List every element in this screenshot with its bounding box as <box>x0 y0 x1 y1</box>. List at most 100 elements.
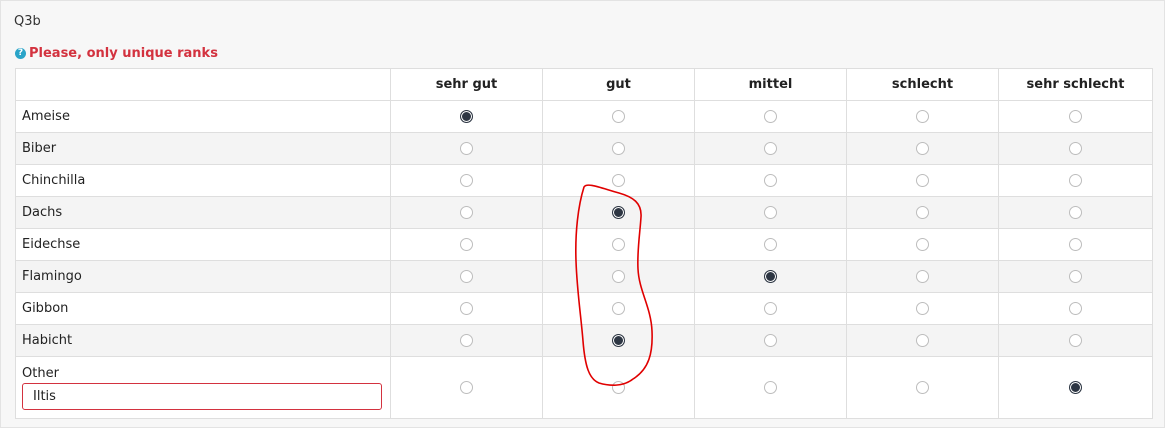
cell-other-sehr-gut <box>390 356 543 419</box>
cell-chinchilla-sehr-schlecht <box>998 164 1153 197</box>
row-label: Habicht <box>15 324 391 357</box>
row-label: Eidechse <box>15 228 391 261</box>
cell-eidechse-sehr-gut <box>390 228 543 261</box>
radio-gibbon-sehr-gut[interactable] <box>460 302 473 315</box>
radio-ameise-schlecht[interactable] <box>916 110 929 123</box>
radio-biber-sehr-gut[interactable] <box>460 142 473 155</box>
radio-gibbon-gut[interactable] <box>612 302 625 315</box>
radio-biber-gut[interactable] <box>612 142 625 155</box>
cell-habicht-gut <box>542 324 695 357</box>
cell-flamingo-gut <box>542 260 695 293</box>
cell-chinchilla-gut <box>542 164 695 197</box>
cell-gibbon-schlecht <box>846 292 999 325</box>
radio-flamingo-mittel[interactable] <box>764 270 777 283</box>
radio-habicht-schlecht[interactable] <box>916 334 929 347</box>
other-label: Other <box>22 365 59 381</box>
cell-gibbon-sehr-gut <box>390 292 543 325</box>
radio-other-sehr-gut[interactable] <box>460 381 473 394</box>
validation-tip: ? Please, only unique ranks <box>15 46 218 61</box>
radio-eidechse-gut[interactable] <box>612 238 625 251</box>
radio-other-mittel[interactable] <box>764 381 777 394</box>
cell-biber-sehr-gut <box>390 132 543 165</box>
cell-dachs-mittel <box>694 196 847 229</box>
cell-flamingo-sehr-gut <box>390 260 543 293</box>
radio-dachs-mittel[interactable] <box>764 206 777 219</box>
radio-habicht-sehr-gut[interactable] <box>460 334 473 347</box>
row-biber: Biber <box>15 132 1153 165</box>
radio-flamingo-sehr-schlecht[interactable] <box>1069 270 1082 283</box>
header-schlecht: schlecht <box>846 68 999 101</box>
cell-chinchilla-sehr-gut <box>390 164 543 197</box>
radio-chinchilla-sehr-gut[interactable] <box>460 174 473 187</box>
radio-ameise-mittel[interactable] <box>764 110 777 123</box>
row-label: Flamingo <box>15 260 391 293</box>
row-label: Ameise <box>15 100 391 133</box>
ranking-grid: sehr gut gut mittel schlecht sehr schlec… <box>15 68 1153 419</box>
radio-other-gut[interactable] <box>612 381 625 394</box>
radio-chinchilla-mittel[interactable] <box>764 174 777 187</box>
cell-dachs-schlecht <box>846 196 999 229</box>
cell-eidechse-schlecht <box>846 228 999 261</box>
radio-biber-sehr-schlecht[interactable] <box>1069 142 1082 155</box>
radio-other-sehr-schlecht[interactable] <box>1069 381 1082 394</box>
radio-ameise-gut[interactable] <box>612 110 625 123</box>
radio-dachs-gut[interactable] <box>612 206 625 219</box>
radio-habicht-gut[interactable] <box>612 334 625 347</box>
radio-other-schlecht[interactable] <box>916 381 929 394</box>
cell-flamingo-sehr-schlecht <box>998 260 1153 293</box>
radio-gibbon-mittel[interactable] <box>764 302 777 315</box>
cell-biber-sehr-schlecht <box>998 132 1153 165</box>
cell-other-mittel <box>694 356 847 419</box>
radio-dachs-sehr-schlecht[interactable] <box>1069 206 1082 219</box>
header-mittel: mittel <box>694 68 847 101</box>
radio-eidechse-sehr-gut[interactable] <box>460 238 473 251</box>
radio-biber-schlecht[interactable] <box>916 142 929 155</box>
cell-ameise-schlecht <box>846 100 999 133</box>
other-text-input[interactable] <box>22 382 382 410</box>
radio-flamingo-gut[interactable] <box>612 270 625 283</box>
cell-biber-gut <box>542 132 695 165</box>
radio-habicht-sehr-schlecht[interactable] <box>1069 334 1082 347</box>
row-ameise: Ameise <box>15 100 1153 133</box>
cell-ameise-mittel <box>694 100 847 133</box>
cell-chinchilla-mittel <box>694 164 847 197</box>
cell-eidechse-gut <box>542 228 695 261</box>
radio-eidechse-mittel[interactable] <box>764 238 777 251</box>
cell-dachs-sehr-gut <box>390 196 543 229</box>
radio-flamingo-sehr-gut[interactable] <box>460 270 473 283</box>
cell-biber-mittel <box>694 132 847 165</box>
row-gibbon: Gibbon <box>15 292 1153 325</box>
cell-dachs-gut <box>542 196 695 229</box>
radio-gibbon-schlecht[interactable] <box>916 302 929 315</box>
header-blank <box>15 68 391 101</box>
radio-dachs-sehr-gut[interactable] <box>460 206 473 219</box>
cell-ameise-sehr-schlecht <box>998 100 1153 133</box>
cell-flamingo-schlecht <box>846 260 999 293</box>
radio-eidechse-schlecht[interactable] <box>916 238 929 251</box>
radio-flamingo-schlecht[interactable] <box>916 270 929 283</box>
radio-chinchilla-sehr-schlecht[interactable] <box>1069 174 1082 187</box>
radio-chinchilla-schlecht[interactable] <box>916 174 929 187</box>
radio-eidechse-sehr-schlecht[interactable] <box>1069 238 1082 251</box>
cell-eidechse-mittel <box>694 228 847 261</box>
radio-biber-mittel[interactable] <box>764 142 777 155</box>
cell-habicht-mittel <box>694 324 847 357</box>
question-panel: Q3b ? Please, only unique ranks sehr gut… <box>0 0 1165 428</box>
radio-ameise-sehr-schlecht[interactable] <box>1069 110 1082 123</box>
header-sehr-schlecht: sehr schlecht <box>998 68 1153 101</box>
header-gut: gut <box>542 68 695 101</box>
cell-ameise-gut <box>542 100 695 133</box>
validation-tip-text: Please, only unique ranks <box>29 46 218 61</box>
cell-dachs-sehr-schlecht <box>998 196 1153 229</box>
radio-gibbon-sehr-schlecht[interactable] <box>1069 302 1082 315</box>
cell-ameise-sehr-gut <box>390 100 543 133</box>
cell-gibbon-gut <box>542 292 695 325</box>
cell-habicht-schlecht <box>846 324 999 357</box>
cell-chinchilla-schlecht <box>846 164 999 197</box>
cell-biber-schlecht <box>846 132 999 165</box>
radio-chinchilla-gut[interactable] <box>612 174 625 187</box>
question-id: Q3b <box>14 14 41 29</box>
radio-dachs-schlecht[interactable] <box>916 206 929 219</box>
radio-ameise-sehr-gut[interactable] <box>460 110 473 123</box>
radio-habicht-mittel[interactable] <box>764 334 777 347</box>
